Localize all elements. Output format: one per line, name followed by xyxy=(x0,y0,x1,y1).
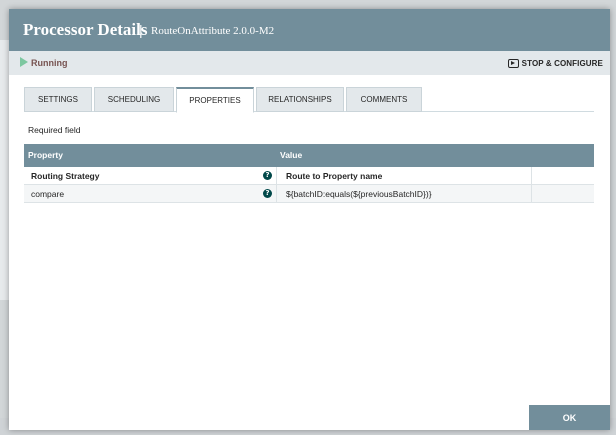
status-bar: Running STOP & CONFIGURE xyxy=(9,51,610,75)
required-field-label: Required field xyxy=(28,125,81,135)
dialog-subtitle: RouteOnAttribute 2.0.0-M2 xyxy=(151,25,275,37)
property-name: Routing Strategy xyxy=(31,171,100,181)
help-icon[interactable]: ? xyxy=(263,189,272,198)
processor-details-dialog: Processor Details | RouteOnAttribute 2.0… xyxy=(9,9,610,430)
dialog-header: Processor Details | RouteOnAttribute 2.0… xyxy=(9,9,610,51)
cell-divider xyxy=(276,185,277,203)
tab-comments[interactable]: COMMENTS xyxy=(346,87,422,112)
property-value[interactable]: ${batchID:equals(${previousBatchID})} xyxy=(286,189,432,199)
cell-divider xyxy=(276,167,277,185)
stop-configure-icon xyxy=(507,58,519,68)
column-property: Property xyxy=(28,150,63,160)
tab-scheduling[interactable]: SCHEDULING xyxy=(94,87,174,112)
property-name: compare xyxy=(31,189,65,199)
tab-settings[interactable]: SETTINGS xyxy=(24,87,92,112)
column-value: Value xyxy=(280,150,303,160)
dialog-title: Processor Details xyxy=(23,20,148,39)
ok-button[interactable]: OK xyxy=(529,405,610,430)
cell-divider xyxy=(531,167,532,185)
running-icon xyxy=(20,57,28,67)
table-row[interactable]: compare ? ${batchID:equals(${previousBat… xyxy=(24,185,594,203)
properties-table: Property Value Routing Strategy ? Route … xyxy=(24,144,594,203)
table-header: Property Value xyxy=(24,144,594,167)
run-status: Running xyxy=(31,58,68,68)
tab-relationships[interactable]: RELATIONSHIPS xyxy=(256,87,344,112)
property-value[interactable]: Route to Property name xyxy=(286,171,382,181)
title-separator: | xyxy=(139,22,143,38)
tab-properties[interactable]: PROPERTIES xyxy=(176,87,254,113)
stop-configure-label: STOP & CONFIGURE xyxy=(521,58,603,68)
table-row[interactable]: Routing Strategy ? Route to Property nam… xyxy=(24,167,594,185)
cell-divider xyxy=(531,185,532,203)
tab-bar: SETTINGS SCHEDULING PROPERTIES RELATIONS… xyxy=(24,87,594,113)
help-icon[interactable]: ? xyxy=(263,171,272,180)
stop-and-configure-button[interactable]: STOP & CONFIGURE xyxy=(507,56,603,70)
